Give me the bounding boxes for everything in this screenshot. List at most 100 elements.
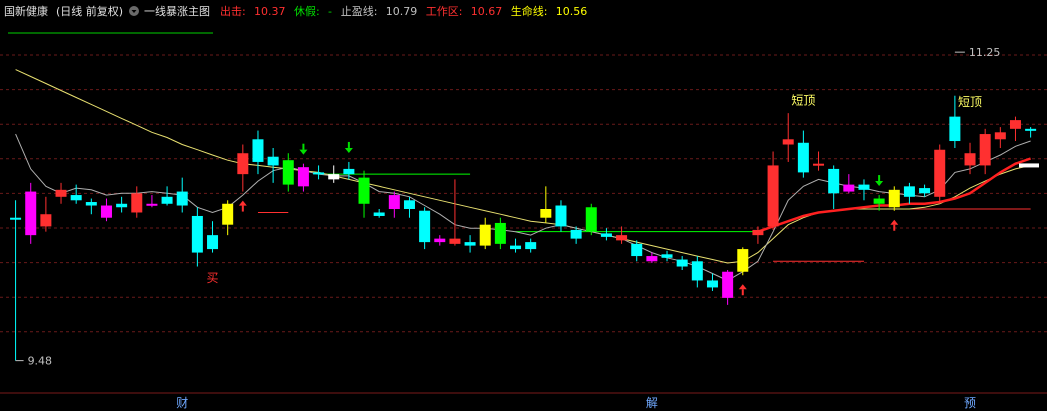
candle <box>434 235 446 246</box>
candle-body <box>434 238 446 243</box>
stat-label: 生命线: <box>511 4 548 18</box>
candle <box>1025 127 1037 138</box>
signal-annotation: 短顶 <box>791 93 815 107</box>
candle-body <box>479 224 491 246</box>
candle <box>994 127 1006 148</box>
candle <box>600 228 612 241</box>
candle-body <box>616 235 628 241</box>
take-profit-series <box>15 133 1031 282</box>
candle <box>131 186 143 218</box>
candle <box>297 163 309 192</box>
candle-body <box>191 215 203 253</box>
candle <box>116 196 128 213</box>
candle-body <box>252 139 264 162</box>
candle-body <box>964 153 976 166</box>
candle-body <box>267 156 279 166</box>
candle-body <box>828 168 840 194</box>
candle-body <box>979 134 991 166</box>
stat-value: 10.79 <box>386 5 418 18</box>
candle <box>813 151 825 171</box>
candle-body <box>646 256 658 262</box>
candle <box>722 270 734 305</box>
candle <box>267 148 279 183</box>
candle <box>585 203 597 236</box>
up-arrow-icon <box>890 219 899 231</box>
candle <box>540 186 552 223</box>
candle <box>40 196 52 232</box>
candle <box>979 128 991 175</box>
candle <box>767 151 779 230</box>
candle-body <box>631 243 643 257</box>
candle <box>525 238 537 253</box>
candle <box>55 182 67 204</box>
candle-body <box>1009 120 1021 129</box>
candle-body <box>555 205 567 227</box>
candle <box>85 198 97 215</box>
candle-body <box>737 249 749 272</box>
candle <box>237 144 249 192</box>
candle-body <box>343 168 355 175</box>
stock-name: 国新健康 <box>4 4 48 18</box>
x-axis-marker: 解 <box>646 396 658 410</box>
current-price-marker <box>1019 163 1039 168</box>
candle-body <box>600 233 612 237</box>
stat-value: 10.56 <box>556 5 588 18</box>
candle-body <box>782 139 794 145</box>
candle-body <box>540 209 552 218</box>
candle-body <box>237 153 249 175</box>
candle <box>828 165 840 209</box>
indicator-lines <box>15 69 1032 282</box>
candle-body <box>419 210 431 243</box>
candle <box>358 170 370 218</box>
stat-value: 10.37 <box>254 5 286 18</box>
candle-body <box>373 212 385 216</box>
arrow-head <box>238 200 247 206</box>
up-arrow-icon <box>738 284 747 296</box>
arrow-head <box>890 219 899 225</box>
candle <box>691 256 703 288</box>
candle <box>782 113 794 162</box>
stat-value: 10.67 <box>471 5 503 18</box>
candle-body <box>85 202 97 206</box>
candle-body <box>10 217 22 220</box>
candle <box>706 273 718 291</box>
candle <box>388 191 400 218</box>
candle <box>419 207 431 250</box>
candle-body <box>858 184 870 190</box>
period-label[interactable]: (日线 前复权) <box>56 4 123 18</box>
candle-body <box>388 195 400 209</box>
x-axis-marker: 财 <box>176 396 188 410</box>
candle <box>616 226 628 244</box>
candle-body <box>207 235 219 250</box>
candle <box>888 186 900 211</box>
down-arrow-icon <box>299 143 308 155</box>
candle-body <box>70 195 82 201</box>
grid <box>0 54 1047 394</box>
candle-body <box>676 259 688 267</box>
candle <box>934 144 946 204</box>
candle <box>843 174 855 194</box>
candle-body <box>161 196 173 204</box>
candle-body <box>691 261 703 281</box>
min-price-label: 9.48 <box>28 355 53 368</box>
up-arrow-icon <box>238 200 247 212</box>
stat-label: 休假: <box>294 4 320 18</box>
stat-label: 出击: <box>220 4 246 18</box>
candle-body <box>994 132 1006 140</box>
candle <box>449 179 461 246</box>
stat-label: 工作区: <box>426 5 463 18</box>
candle-body <box>449 238 461 244</box>
candle <box>222 200 234 236</box>
down-arrow-icon <box>344 141 353 153</box>
candle <box>464 235 476 253</box>
candle <box>479 217 491 250</box>
candle-body <box>328 174 340 180</box>
candle <box>191 207 203 267</box>
signal-annotation: 短顶 <box>958 95 982 109</box>
candle <box>10 200 22 361</box>
candle-body <box>510 245 522 250</box>
stock-chart: 买 短顶 短顶 11.25 9.48 财 解 预 国新健康 (日线 前复权) 一线暴涨主图 出… <box>0 0 1047 411</box>
candle-body <box>25 191 37 236</box>
x-axis-marker: 预 <box>964 396 976 410</box>
max-price-label: 11.25 <box>969 46 1001 59</box>
